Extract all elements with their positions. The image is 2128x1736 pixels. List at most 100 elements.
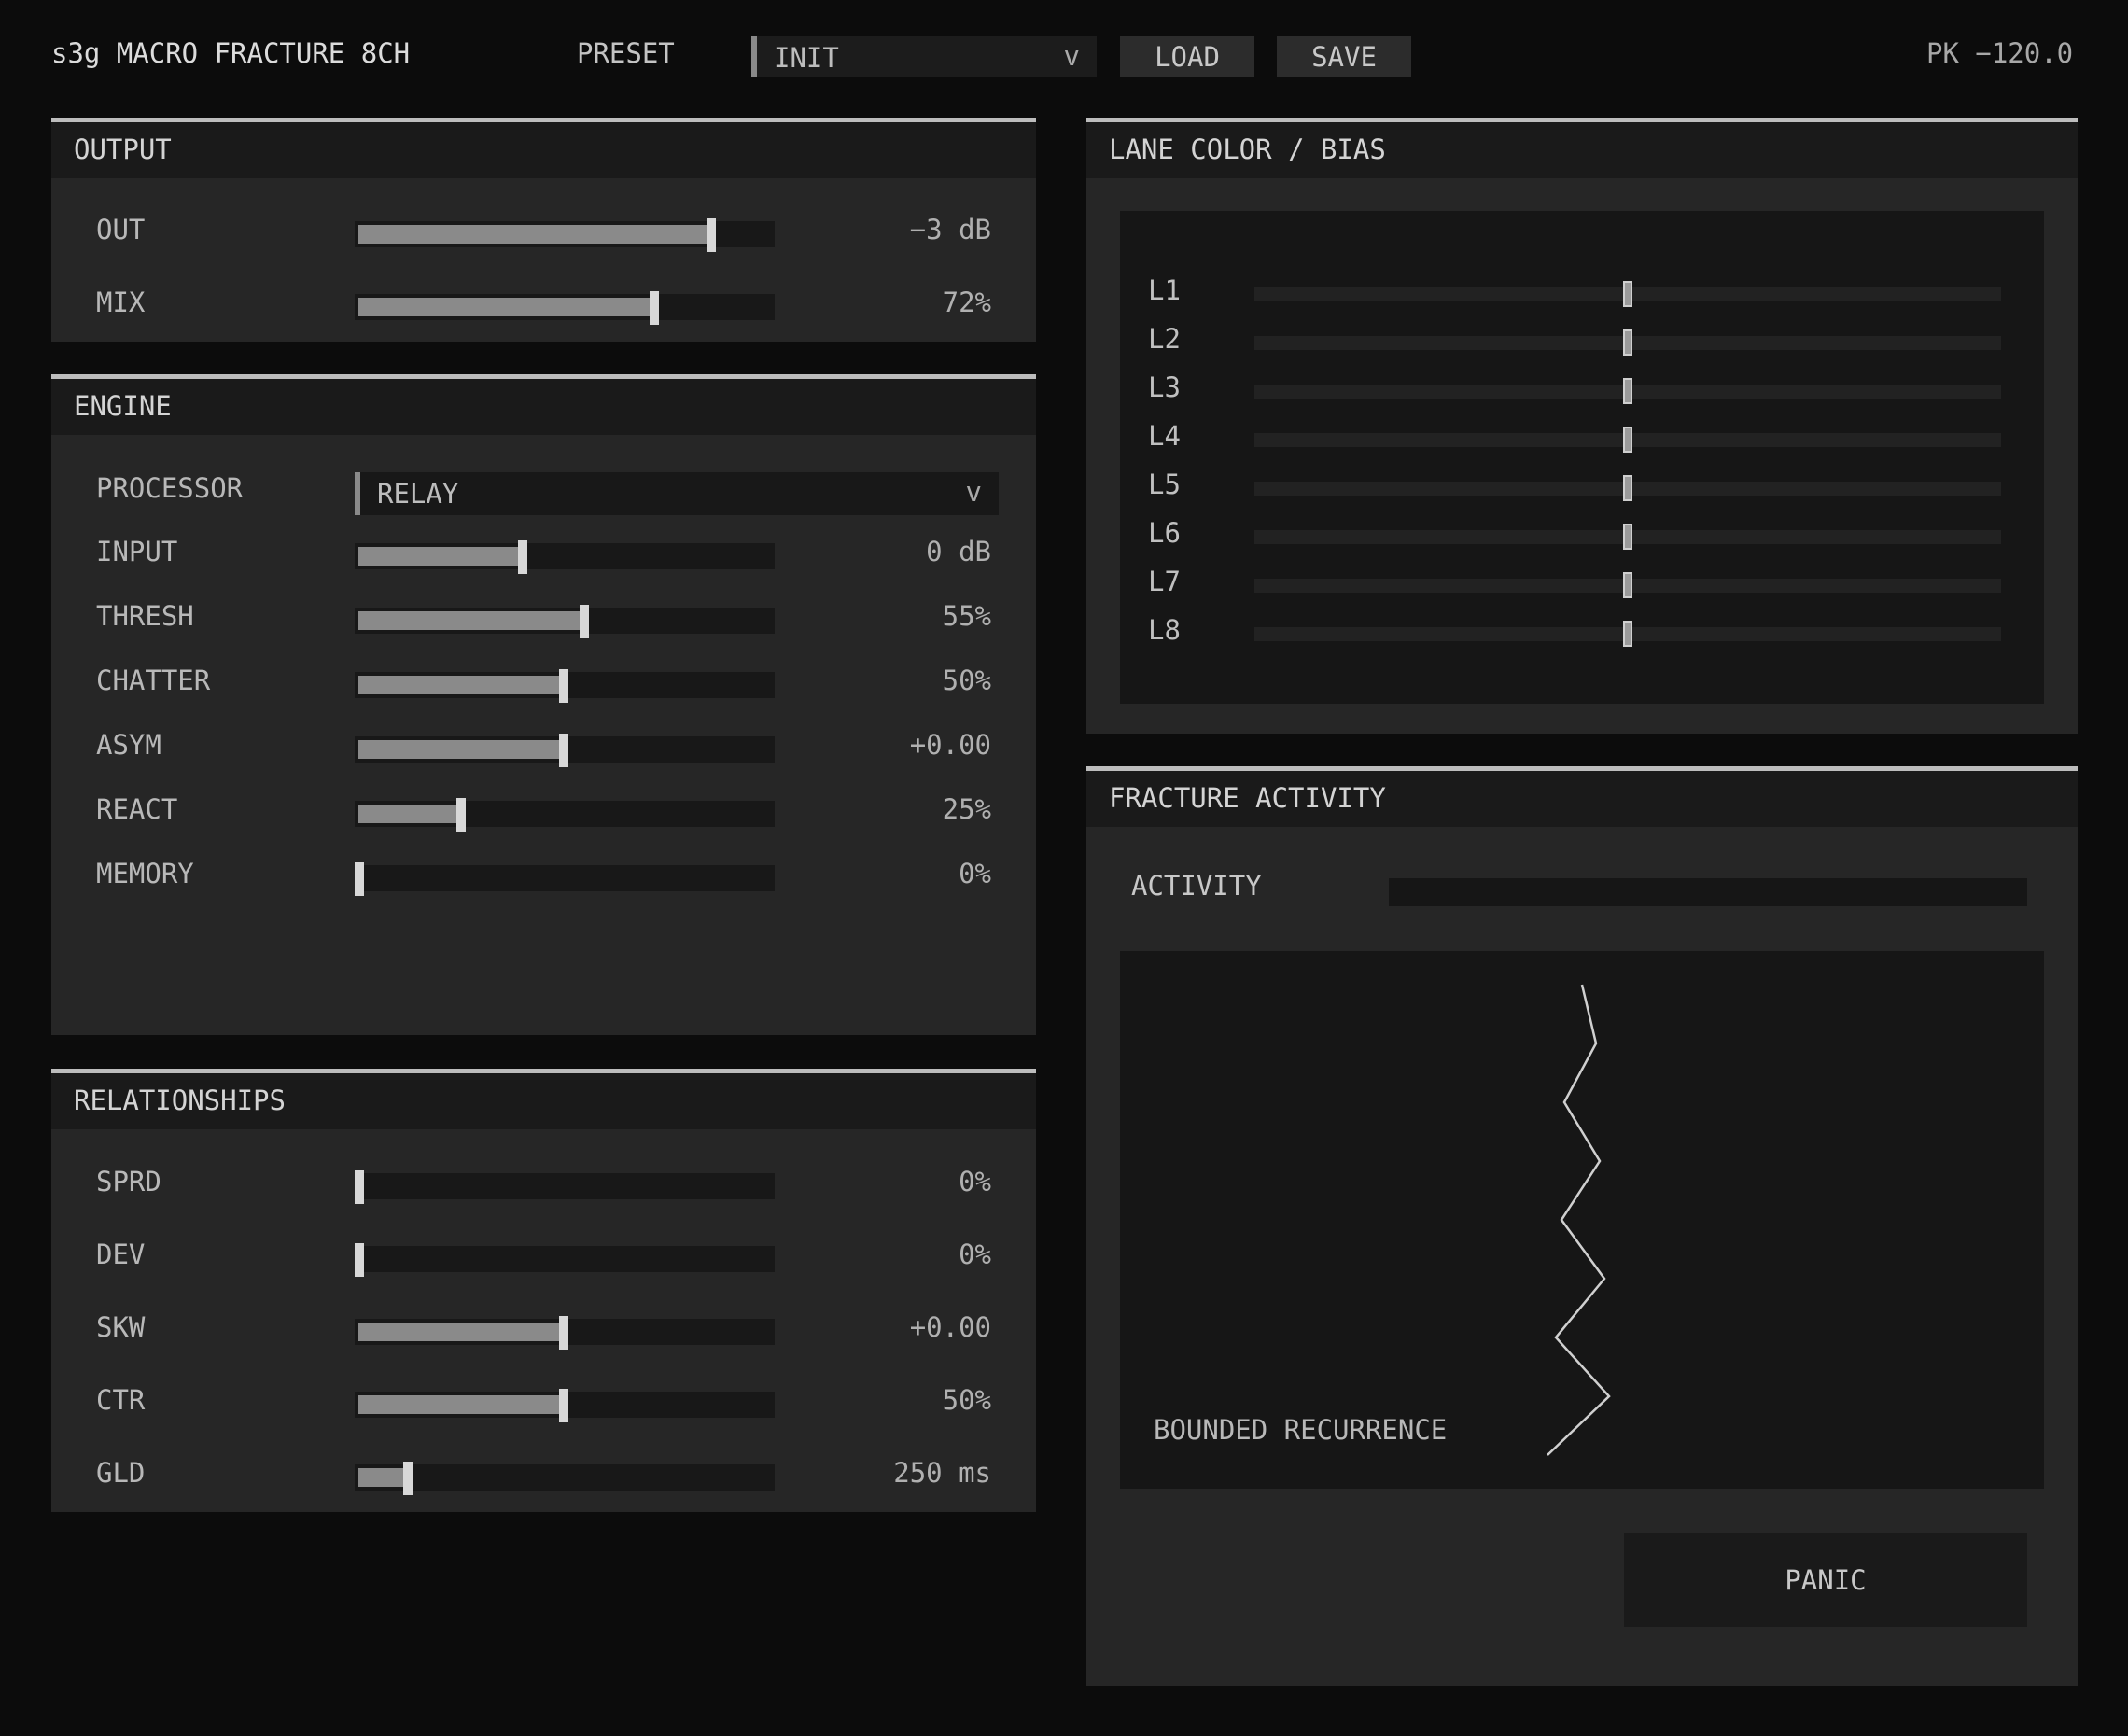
slider-handle[interactable]	[402, 1462, 413, 1495]
engine-panel: ENGINE PROCESSOR RELAY v INPUT 0 dB THRE…	[51, 374, 1036, 1035]
control-value: +0.00	[909, 1311, 991, 1343]
slider-fill	[358, 225, 712, 244]
input-slider[interactable]	[355, 540, 775, 574]
control-label: MEMORY	[96, 858, 194, 889]
slider-handle[interactable]	[649, 291, 659, 325]
save-button[interactable]: SAVE	[1277, 36, 1411, 77]
lane-bias-slider[interactable]	[1254, 427, 2001, 453]
lane-bias-area: L1 L2 L3 L4 L5 L6 L7 L8	[1120, 211, 2044, 704]
control-value: 25%	[942, 793, 991, 825]
mix-slider[interactable]	[355, 291, 775, 325]
app-title: s3g MACRO FRACTURE 8CH	[51, 37, 411, 69]
asym-slider[interactable]	[355, 734, 775, 767]
slider-handle[interactable]	[456, 798, 466, 832]
lane-bias-slider[interactable]	[1254, 524, 2001, 550]
load-button[interactable]: LOAD	[1120, 36, 1254, 77]
out-slider[interactable]	[355, 218, 775, 252]
activity-trace	[1547, 984, 1611, 1456]
gld-slider[interactable]	[355, 1462, 775, 1495]
lane-bias-slider[interactable]	[1254, 281, 2001, 307]
dev-slider[interactable]	[355, 1243, 775, 1277]
slider-handle[interactable]	[1623, 572, 1632, 598]
slider-handle[interactable]	[559, 1389, 568, 1422]
control-value: 0%	[959, 1239, 991, 1270]
control-label: GLD	[96, 1457, 146, 1489]
slider-handle[interactable]	[1623, 427, 1632, 453]
lane-label: L6	[1148, 517, 1181, 549]
activity-label: ACTIVITY	[1131, 870, 1262, 902]
relationships-panel: RELATIONSHIPS SPRD 0% DEV 0% SKW +0.00 C…	[51, 1069, 1036, 1512]
slider-handle[interactable]	[559, 734, 568, 767]
processor-label: PROCESSOR	[96, 472, 244, 504]
chevron-down-icon: v	[1063, 40, 1080, 72]
control-value: 0%	[959, 858, 991, 889]
mode-caption: BOUNDED RECURRENCE	[1154, 1414, 1448, 1446]
slider-handle[interactable]	[559, 669, 568, 703]
control-label: OUT	[96, 214, 146, 245]
control-value: +0.00	[909, 729, 991, 761]
slider-handle[interactable]	[355, 862, 364, 896]
slider-handle[interactable]	[355, 1243, 364, 1277]
slider-fill	[358, 611, 584, 630]
processor-dropdown[interactable]: RELAY v	[355, 472, 999, 515]
control-label: INPUT	[96, 536, 178, 567]
lane-label: L7	[1148, 566, 1181, 597]
slider-handle[interactable]	[559, 1316, 568, 1350]
control-label: CHATTER	[96, 665, 211, 696]
slider-handle[interactable]	[518, 540, 527, 574]
control-value: 50%	[942, 1384, 991, 1416]
slider-handle[interactable]	[355, 1170, 364, 1204]
slider-handle[interactable]	[1623, 329, 1632, 356]
slider-handle[interactable]	[1623, 621, 1632, 647]
lane-label: L3	[1148, 371, 1181, 403]
memory-slider[interactable]	[355, 862, 775, 896]
control-label: SKW	[96, 1311, 146, 1343]
fracture-activity-panel: FRACTURE ACTIVITY ACTIVITY BOUNDED RECUR…	[1086, 766, 2078, 1686]
slider-fill	[358, 1468, 408, 1487]
slider-handle[interactable]	[1623, 281, 1632, 307]
lane-bias-slider[interactable]	[1254, 572, 2001, 598]
ctr-slider[interactable]	[355, 1389, 775, 1422]
control-label: MIX	[96, 287, 146, 318]
output-panel: OUTPUT OUT −3 dB MIX 72%	[51, 118, 1036, 342]
lane-bias-slider[interactable]	[1254, 475, 2001, 501]
react-slider[interactable]	[355, 798, 775, 832]
slider-handle[interactable]	[1623, 475, 1632, 501]
slider-handle[interactable]	[707, 218, 717, 252]
lane-bias-panel-title: LANE COLOR / BIAS	[1086, 122, 2078, 178]
thresh-slider[interactable]	[355, 605, 775, 638]
preset-dropdown[interactable]: INIT v	[751, 36, 1097, 77]
lane-label: L5	[1148, 469, 1181, 500]
activity-meter	[1389, 878, 2027, 906]
engine-panel-title: ENGINE	[51, 379, 1036, 435]
slider-fill	[358, 1323, 564, 1341]
control-label: THRESH	[96, 600, 194, 632]
skw-slider[interactable]	[355, 1316, 775, 1350]
control-label: DEV	[96, 1239, 146, 1270]
lane-bias-slider[interactable]	[1254, 329, 2001, 356]
relationships-panel-title: RELATIONSHIPS	[51, 1073, 1036, 1129]
lane-bias-slider[interactable]	[1254, 378, 2001, 404]
control-label: CTR	[96, 1384, 146, 1416]
chevron-down-icon: v	[965, 476, 982, 508]
control-value: 50%	[942, 665, 991, 696]
slider-handle[interactable]	[1623, 378, 1632, 404]
slider-handle[interactable]	[580, 605, 589, 638]
panic-button[interactable]: PANIC	[1624, 1533, 2027, 1627]
slider-handle[interactable]	[1623, 524, 1632, 550]
lane-label: L2	[1148, 323, 1181, 355]
chatter-slider[interactable]	[355, 669, 775, 703]
peak-readout: PK −120.0	[1926, 37, 2074, 69]
slider-fill	[358, 676, 564, 694]
slider-fill	[358, 547, 523, 566]
processor-value: RELAY	[377, 478, 459, 510]
preset-value: INIT	[774, 42, 839, 74]
control-value: 72%	[942, 287, 991, 318]
control-value: 0 dB	[926, 536, 991, 567]
lane-bias-slider[interactable]	[1254, 621, 2001, 647]
sprd-slider[interactable]	[355, 1170, 775, 1204]
slider-fill	[358, 1395, 564, 1414]
control-value: 0%	[959, 1166, 991, 1197]
control-label: REACT	[96, 793, 178, 825]
control-label: ASYM	[96, 729, 161, 761]
